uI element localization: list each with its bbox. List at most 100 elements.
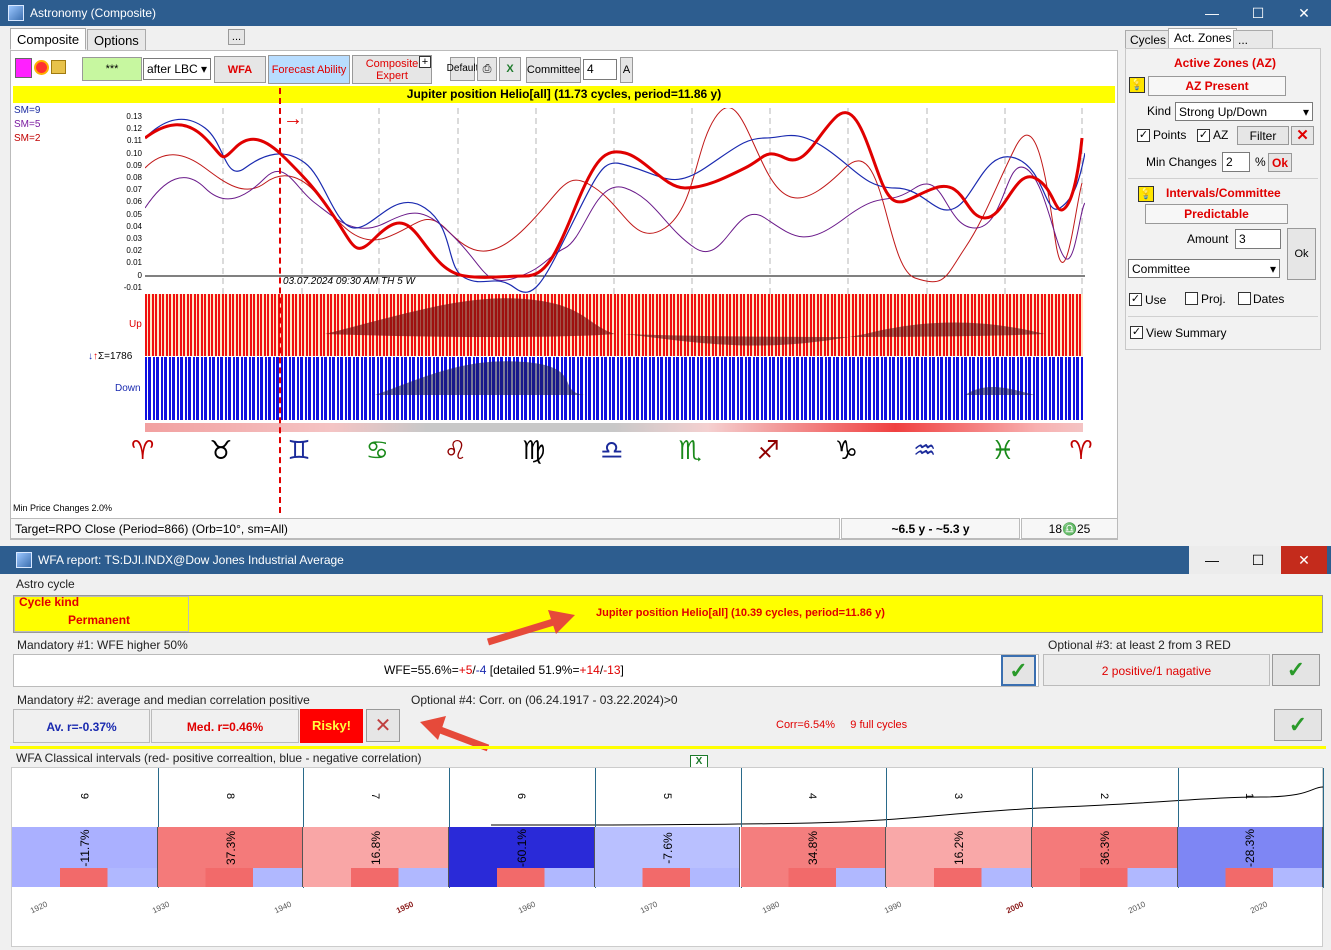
record-icon[interactable] — [34, 60, 49, 75]
tab-options[interactable]: Options — [87, 29, 146, 51]
proj-checkbox[interactable] — [1185, 292, 1198, 305]
committee-spinner[interactable]: 4 — [583, 59, 617, 80]
tab-composite[interactable]: Composite — [10, 28, 87, 50]
chevron-down-icon: ▾ — [200, 62, 207, 76]
min-price-changes: Min Price Changes 2.0% — [13, 503, 113, 513]
chevron-down-icon: ▾ — [1302, 104, 1309, 119]
segment-sub-strip — [740, 868, 886, 887]
folder-icon[interactable] — [51, 60, 66, 74]
optional4-label: Optional #4: Corr. on (06.24.1917 - 03.2… — [411, 693, 678, 707]
green-box-button[interactable]: *** — [82, 57, 142, 81]
segment-sub-strip — [594, 868, 740, 887]
cycle-kind-label: Cycle kind — [19, 595, 80, 609]
use-checkbox[interactable]: ✓ — [1129, 293, 1142, 306]
view-summary-label: View Summary — [1146, 326, 1227, 340]
risky-badge: Risky! — [300, 709, 363, 743]
sm-label-9: SM=9 — [14, 105, 41, 116]
default-button[interactable]: Default — [447, 57, 478, 81]
plus-icon[interactable]: + — [419, 56, 431, 68]
permanent-value: Permanent — [68, 613, 131, 627]
wfa-button[interactable]: WFA — [214, 56, 266, 83]
a-button[interactable]: A — [620, 57, 633, 83]
tab-side-more[interactable]: ... — [1233, 30, 1273, 49]
mandatory2-fail-icon[interactable]: ✕ — [366, 709, 400, 742]
y-tick-label: 0.02 — [126, 246, 142, 256]
segment-heat-cell: -60.1% — [449, 827, 595, 887]
close-button[interactable]: ✕ — [1281, 0, 1327, 26]
y-tick-label: 0.10 — [126, 148, 142, 158]
zodiac-sign-icon: ♈︎ — [131, 436, 155, 466]
tab-cycles[interactable]: Cycles — [1125, 30, 1172, 49]
minimize-button[interactable]: — — [1189, 0, 1235, 26]
sigma-label: ↓↑Σ=1786 — [88, 351, 132, 362]
min-changes-input[interactable]: 2 — [1222, 152, 1250, 172]
predictable-button[interactable]: Predictable — [1145, 204, 1288, 224]
status-counts: 18♎25 — [1021, 518, 1118, 539]
excel-icon[interactable]: X — [499, 57, 521, 81]
series-purple — [145, 166, 1085, 282]
wfe-neg: -4 — [475, 663, 487, 677]
wfa-minimize-button[interactable]: — — [1189, 546, 1235, 574]
ok-button-min-changes[interactable]: Ok — [1268, 153, 1292, 172]
wfe-pos: +5 — [458, 663, 473, 677]
dates-checkbox[interactable] — [1238, 292, 1251, 305]
maximize-button[interactable]: ☐ — [1235, 0, 1281, 26]
zodiac-sign-icon: ♏︎ — [678, 436, 702, 466]
segment-number: 8 — [223, 792, 236, 800]
y-tick-label: 0.07 — [126, 185, 142, 195]
segment-sub-strip — [303, 868, 449, 887]
committee-button[interactable]: Committee — [526, 57, 581, 83]
yellow-divider — [10, 746, 1326, 749]
active-zones-title: Active Zones (AZ) — [1174, 56, 1277, 70]
points-label: Points — [1153, 128, 1187, 142]
segment-sub-strip — [449, 868, 594, 887]
bulb-icon-2: 💡 — [1138, 186, 1154, 202]
amount-label: Amount — [1187, 232, 1229, 246]
color-swatch[interactable] — [15, 58, 32, 78]
use-label: Use — [1145, 293, 1167, 307]
segment-heat-cell: 16.2% — [886, 827, 1032, 887]
more-tabs-button[interactable]: ... — [228, 29, 245, 45]
segment-number: 9 — [77, 792, 90, 800]
wfe-prefix: WFE=55.6%= — [384, 663, 459, 677]
tab-act-zones[interactable]: Act. Zones — [1168, 28, 1238, 49]
optional4-check-icon[interactable]: ✓ — [1274, 709, 1322, 741]
wfe-detail-prefix: [detailed 51.9%= — [486, 663, 580, 677]
optional3-check-icon[interactable]: ✓ — [1272, 654, 1320, 686]
y-tick-label: 0.01 — [126, 258, 142, 268]
az-label: AZ — [1213, 128, 1229, 142]
committee-select[interactable]: Committee ▾ — [1128, 259, 1280, 278]
points-checkbox[interactable]: ✓ — [1137, 129, 1150, 142]
status-range: ~6.5 y - ~5.3 y — [841, 518, 1020, 539]
wfa-maximize-button[interactable]: ☐ — [1235, 546, 1281, 574]
bulb-icon: 💡 — [1129, 77, 1145, 93]
y-tick-label: 0.09 — [126, 160, 142, 170]
filter-button[interactable]: Filter — [1237, 126, 1289, 145]
up-label: Up — [129, 319, 142, 330]
print-icon[interactable]: ⎙ — [477, 57, 497, 81]
cycle-description: Jupiter position Helio[all] (10.39 cycle… — [596, 607, 885, 619]
view-summary-checkbox[interactable]: ✓ — [1130, 326, 1143, 339]
cycle-line-chart — [145, 108, 1085, 294]
segment-sub-strip — [886, 868, 1031, 887]
y-tick-label: 0.05 — [126, 209, 142, 219]
segment-value: -28.3% — [1243, 828, 1258, 868]
date-label: 03.07.2024 09:30 AM TH 5 W — [283, 276, 415, 287]
zodiac-sign-icon: ♑︎ — [834, 436, 859, 466]
kind-select[interactable]: Strong Up/Down ▾ — [1175, 102, 1313, 121]
zodiac-sign-icon: ♍︎ — [522, 436, 546, 466]
mandatory1-check-icon[interactable]: ✓ — [1001, 655, 1036, 686]
sm-label-5: SM=5 — [14, 119, 41, 130]
ok-button-committee[interactable]: Ok — [1287, 228, 1316, 280]
wfa-close-button[interactable]: ✕ — [1281, 546, 1327, 574]
after-lbc-select[interactable]: after LBC ▾ — [143, 58, 211, 80]
amount-input[interactable]: 3 — [1235, 229, 1281, 249]
az-present-button[interactable]: AZ Present — [1148, 76, 1286, 96]
date-marker-line — [279, 88, 281, 513]
zodiac-sign-icon: ♒︎ — [913, 436, 937, 466]
clear-filter-icon[interactable]: ✕ — [1291, 126, 1314, 145]
az-checkbox[interactable]: ✓ — [1197, 129, 1210, 142]
wfe-detail-neg: -13 — [603, 663, 621, 677]
forecast-ability-button[interactable]: Forecast Ability — [268, 55, 350, 84]
segment-number: 7 — [369, 792, 382, 800]
